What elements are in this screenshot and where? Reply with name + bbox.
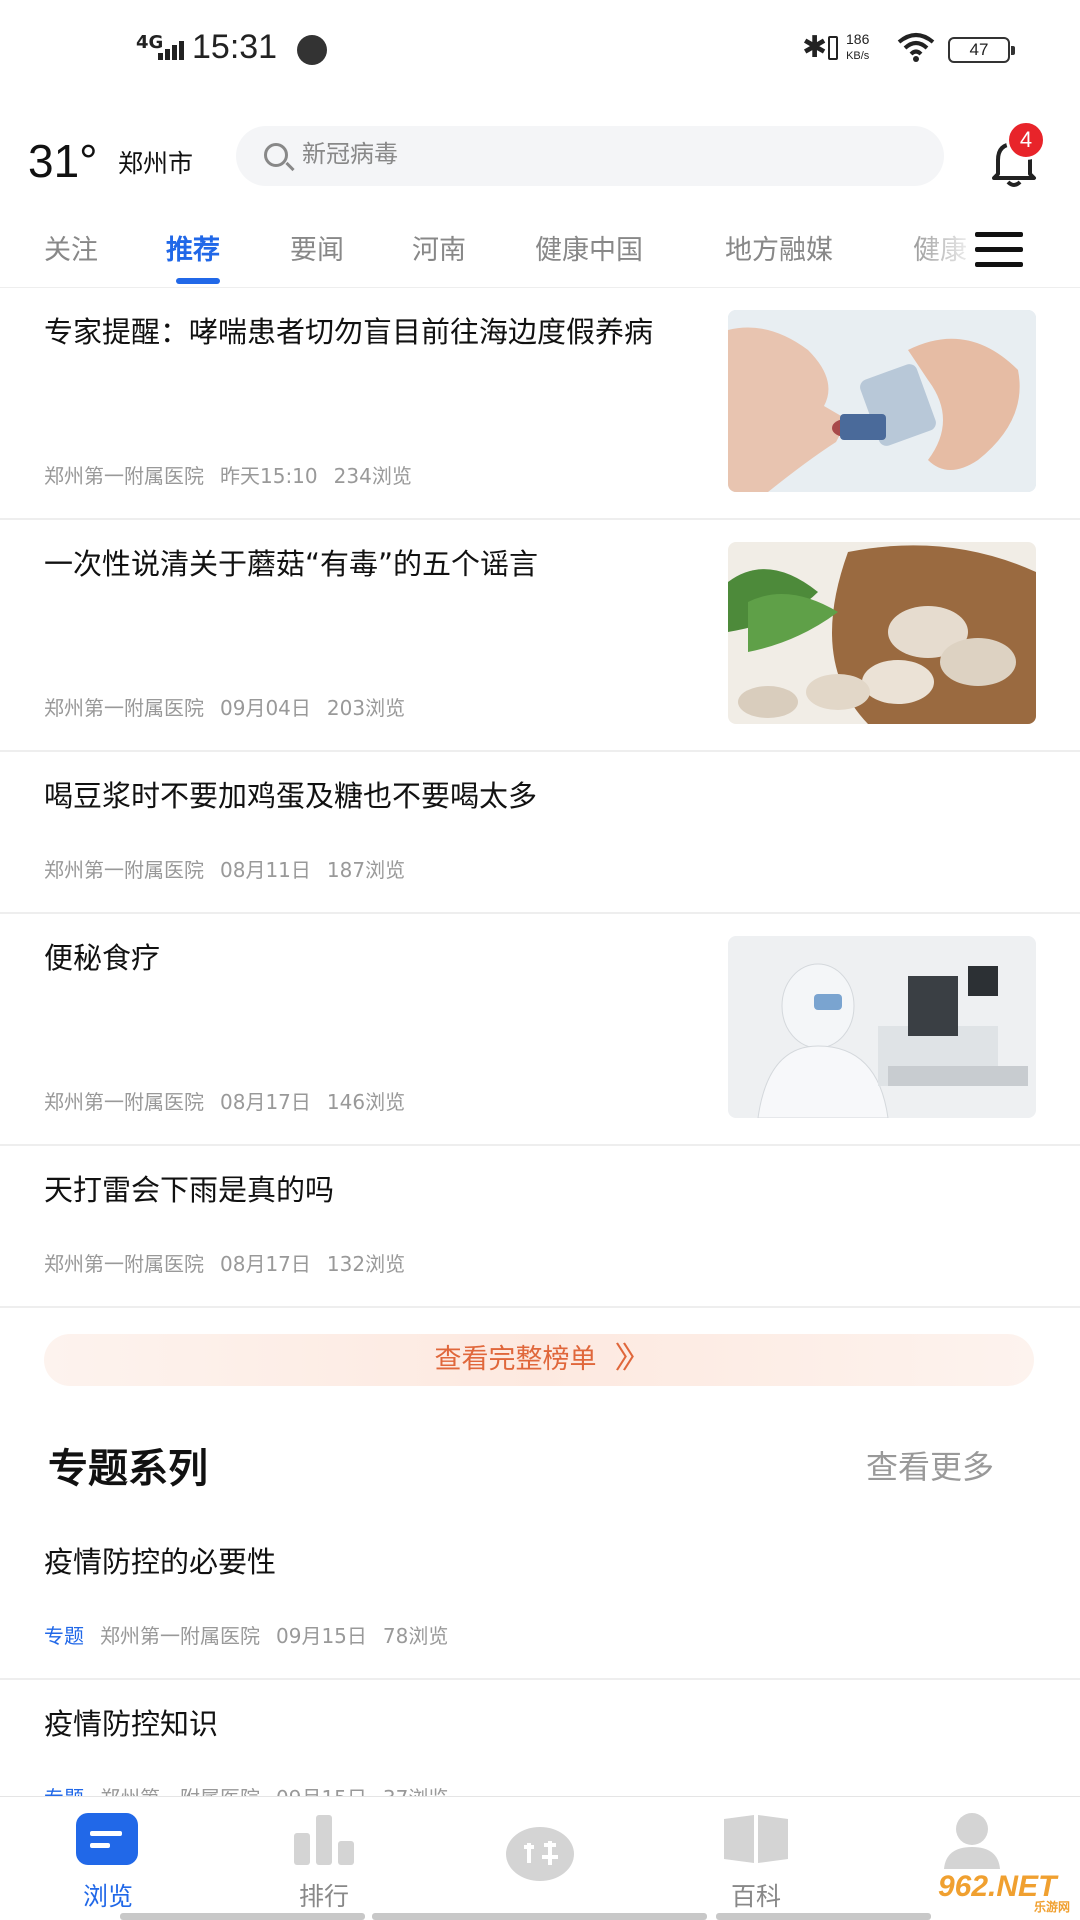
news-views: 187浏览 — [326, 858, 406, 882]
search-icon — [264, 143, 288, 167]
notification-badge: 4 — [1006, 120, 1046, 160]
tab-encyclopedia[interactable]: 百科 — [696, 1797, 816, 1920]
news-item[interactable]: 便秘食疗 郑州第一附属医院 08月17日 146浏览 — [0, 914, 1080, 1146]
news-views: 132浏览 — [326, 1252, 406, 1276]
home-indicator — [372, 1913, 707, 1920]
network-speed: 186 KB/s — [846, 32, 869, 64]
search-bar[interactable] — [236, 126, 944, 186]
status-bar: 4G 15:31 ✱ 186 KB/s 47 — [0, 0, 1080, 100]
weather-temperature[interactable]: 31° — [28, 134, 98, 188]
home-indicator — [120, 1913, 365, 1920]
speed-value: 186 — [846, 31, 870, 47]
topic-tag: 专题 — [44, 1624, 84, 1648]
tab-browse[interactable]: 浏览 — [48, 1797, 168, 1920]
topic-title: 疫情防控知识 — [44, 1707, 219, 1741]
news-date: 08月11日 — [220, 858, 311, 882]
topic-title: 疫情防控的必要性 — [44, 1545, 277, 1579]
news-views: 146浏览 — [326, 1090, 406, 1114]
news-meta: 郑州第一附属医院 08月11日 187浏览 — [44, 854, 421, 883]
news-source: 郑州第一附属医院 — [44, 464, 204, 488]
lab-image — [728, 936, 1036, 1118]
mushroom-image — [728, 542, 1036, 724]
tab-follow[interactable]: 关注 — [44, 228, 98, 267]
news-meta: 郑州第一附属医院 08月17日 146浏览 — [44, 1086, 421, 1115]
battery-icon: 47 — [948, 37, 1015, 63]
view-full-list-button[interactable]: 查看完整榜单 〉〉 — [44, 1334, 1034, 1386]
news-title: 一次性说清关于蘑菇“有毒”的五个谣言 — [44, 547, 539, 581]
topic-views: 78浏览 — [382, 1624, 449, 1648]
news-source: 郑州第一附属医院 — [44, 858, 204, 882]
double-chevron-icon: 〉〉 — [614, 1341, 652, 1376]
home-indicator — [716, 1913, 931, 1920]
news-source: 郑州第一附属医院 — [44, 1252, 204, 1276]
weather-city[interactable]: 郑州市 — [118, 144, 193, 180]
tab-henan[interactable]: 河南 — [412, 228, 466, 267]
news-date: 09月04日 — [220, 696, 311, 720]
bottom-tab-bar: 浏览 排行 百科 — [0, 1796, 1080, 1920]
site-watermark: 962.NET 乐游网 — [938, 1870, 1080, 1920]
tab-recommend[interactable]: 推荐 — [166, 228, 220, 267]
news-feed: 专家提醒：哮喘患者切勿盲目前往海边度假养病 郑州第一附属医院 昨天15:10 234… — [0, 288, 1080, 1308]
news-meta: 郑州第一附属医院 09月04日 203浏览 — [44, 692, 421, 721]
topic-date: 09月15日 — [276, 1624, 367, 1648]
section-title: 专题系列 — [48, 1446, 208, 1492]
news-views: 203浏览 — [326, 696, 406, 720]
ranking-icon — [294, 1815, 354, 1865]
menu-icon[interactable] — [975, 232, 1023, 268]
encyclopedia-icon — [724, 1815, 788, 1863]
news-item[interactable]: 天打雷会下雨是真的吗 郑州第一附属医院 08月17日 132浏览 — [0, 1146, 1080, 1308]
tab-encyclopedia-label: 百科 — [730, 1882, 781, 1911]
tab-headlines[interactable]: 要闻 — [290, 228, 344, 267]
tab-center[interactable] — [480, 1797, 600, 1920]
news-source: 郑州第一附属医院 — [44, 696, 204, 720]
news-date: 昨天15:10 — [220, 464, 318, 488]
tab-ranking[interactable]: 排行 — [264, 1797, 384, 1920]
tab-ranking-label: 排行 — [298, 1882, 349, 1911]
signal-icon — [158, 40, 186, 60]
category-tabs: 关注 推荐 要闻 河南 健康中国 地方融媒 健康 — [0, 218, 1080, 288]
topic-item[interactable]: 疫情防控的必要性 专题 郑州第一附属医院 09月15日 78浏览 — [0, 1518, 1080, 1680]
news-title: 喝豆浆时不要加鸡蛋及糖也不要喝太多 — [44, 779, 538, 813]
news-meta: 郑州第一附属医院 昨天15:10 234浏览 — [44, 460, 428, 489]
globe-icon — [297, 35, 327, 65]
vibrate-icon — [828, 36, 838, 60]
tab-local-media[interactable]: 地方融媒 — [725, 228, 833, 267]
speed-unit: KB/s — [846, 50, 870, 62]
news-item[interactable]: 专家提醒：哮喘患者切勿盲目前往海边度假养病 郑州第一附属医院 昨天15:10 234… — [0, 288, 1080, 520]
news-title: 天打雷会下雨是真的吗 — [44, 1173, 335, 1207]
news-date: 08月17日 — [220, 1252, 311, 1276]
wifi-icon — [897, 33, 935, 62]
news-title: 专家提醒：哮喘患者切勿盲目前往海边度假养病 — [44, 315, 654, 349]
browse-icon — [76, 1813, 138, 1865]
inhaler-image — [728, 310, 1036, 492]
news-item[interactable]: 喝豆浆时不要加鸡蛋及糖也不要喝太多 郑州第一附属医院 08月11日 187浏览 — [0, 752, 1080, 914]
bluetooth-icon: ✱ — [802, 30, 828, 65]
tab-healthy-china[interactable]: 健康中国 — [535, 228, 643, 267]
full-list-label: 查看完整榜单 — [434, 1344, 597, 1375]
news-item[interactable]: 一次性说清关于蘑菇“有毒”的五个谣言 郑州第一附属医院 09月04日 203浏览 — [0, 520, 1080, 752]
center-logo-icon — [506, 1827, 574, 1881]
news-title: 便秘食疗 — [44, 941, 161, 975]
view-more-link[interactable]: 查看更多 — [866, 1442, 994, 1488]
clock: 15:31 — [192, 28, 278, 66]
news-meta: 郑州第一附属医院 08月17日 132浏览 — [44, 1248, 421, 1277]
search-input[interactable] — [302, 140, 902, 168]
topic-source: 郑州第一附属医院 — [100, 1624, 260, 1648]
news-date: 08月17日 — [220, 1090, 311, 1114]
top-header: 31° 郑州市 4 — [0, 120, 1080, 200]
tab-browse-label: 浏览 — [82, 1882, 133, 1911]
topic-meta: 专题 郑州第一附属医院 09月15日 78浏览 — [44, 1620, 464, 1649]
active-tab-indicator — [176, 278, 220, 284]
news-source: 郑州第一附属医院 — [44, 1090, 204, 1114]
news-views: 234浏览 — [333, 464, 412, 488]
profile-icon — [944, 1813, 1000, 1869]
